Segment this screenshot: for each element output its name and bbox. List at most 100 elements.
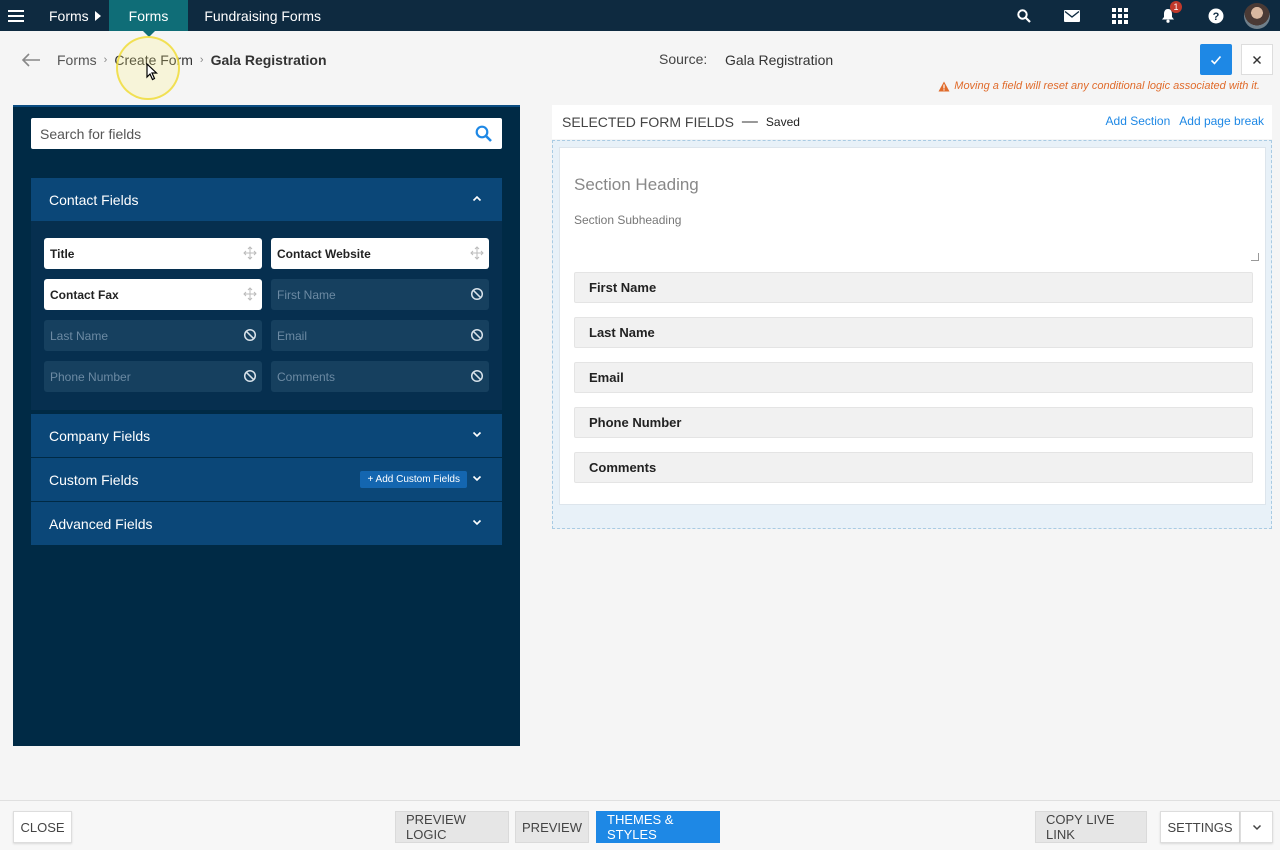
- mouse-pointer-icon: [146, 63, 158, 81]
- mail-icon[interactable]: [1048, 0, 1096, 31]
- field-chip-comments: Comments: [271, 361, 489, 392]
- form-field-row[interactable]: Last Name: [574, 317, 1253, 348]
- add-section-link[interactable]: Add Section: [1106, 114, 1171, 128]
- user-avatar[interactable]: [1240, 0, 1280, 31]
- ban-icon: [243, 369, 257, 383]
- field-chip-label: Contact Website: [277, 246, 371, 261]
- settings-button[interactable]: SETTINGS: [1160, 811, 1240, 843]
- form-field-row[interactable]: Email: [574, 362, 1253, 393]
- preview-button[interactable]: PREVIEW: [515, 811, 589, 843]
- avatar-image: [1244, 2, 1270, 29]
- field-chip-label: Contact Fax: [50, 287, 119, 302]
- accordion-header-custom[interactable]: Custom Fields + Add Custom Fields: [31, 458, 502, 501]
- accordion-title: Advanced Fields: [49, 515, 153, 532]
- warning-text: Moving a field will reset any conditiona…: [954, 80, 1260, 92]
- title-separator: —: [741, 113, 758, 130]
- form-field-label: Phone Number: [589, 415, 682, 430]
- field-chip-last-name: Last Name: [44, 320, 262, 351]
- close-button[interactable]: CLOSE: [13, 811, 72, 843]
- tab-forms[interactable]: Forms: [108, 0, 189, 37]
- search-icon[interactable]: [475, 125, 492, 147]
- accordion-header-advanced[interactable]: Advanced Fields: [31, 502, 502, 545]
- hamburger-icon[interactable]: [0, 0, 32, 31]
- move-icon[interactable]: [470, 246, 484, 260]
- svg-text:?: ?: [1213, 11, 1220, 23]
- field-chip-label: Comments: [277, 369, 336, 384]
- nav-parent-forms[interactable]: Forms: [49, 8, 101, 24]
- add-custom-fields-button[interactable]: + Add Custom Fields: [360, 471, 467, 488]
- field-search-input[interactable]: [40, 125, 460, 142]
- close-button-label: CLOSE: [20, 819, 65, 835]
- bell-icon[interactable]: 1: [1144, 0, 1192, 31]
- form-field-label: Email: [589, 370, 624, 385]
- preview-logic-button[interactable]: PREVIEW LOGIC: [395, 811, 509, 843]
- resize-handle[interactable]: [1251, 253, 1259, 261]
- confirm-button[interactable]: [1200, 44, 1232, 75]
- field-chip-first-name: First Name: [271, 279, 489, 310]
- save-status: Saved: [765, 115, 800, 129]
- section-subheading[interactable]: Section Subheading: [574, 213, 681, 227]
- accordion-contact-fields: Contact Fields Title Contact Website Con…: [31, 178, 502, 410]
- selected-fields-title: SELECTED FORM FIELDS: [562, 114, 734, 130]
- form-field-row[interactable]: First Name: [574, 272, 1253, 303]
- accordion-header-contact[interactable]: Contact Fields: [31, 178, 502, 221]
- form-field-row[interactable]: Phone Number: [574, 407, 1253, 438]
- contact-fields-list: Title Contact Website Contact Fax First …: [31, 221, 502, 410]
- ban-icon: [470, 287, 484, 301]
- accordion-header-company[interactable]: Company Fields: [31, 414, 502, 457]
- selected-fields-header: SELECTED FORM FIELDS — Saved Add Section…: [552, 105, 1272, 139]
- form-fields-dropzone[interactable]: Section Heading Section Subheading First…: [552, 140, 1272, 529]
- chevron-right-icon: ›: [199, 54, 204, 66]
- move-icon[interactable]: [243, 246, 257, 260]
- move-icon[interactable]: [243, 287, 257, 301]
- form-field-label: Last Name: [589, 325, 655, 340]
- accordion-company-fields: Company Fields: [31, 414, 502, 457]
- help-icon[interactable]: ?: [1192, 0, 1240, 31]
- field-library-panel: Contact Fields Title Contact Website Con…: [13, 105, 520, 746]
- apps-grid-icon[interactable]: [1096, 0, 1144, 31]
- accordion-title: Company Fields: [49, 427, 151, 444]
- ban-icon: [470, 328, 484, 342]
- tab-label: Forms: [128, 7, 169, 24]
- search-icon[interactable]: [1000, 0, 1048, 31]
- nav-parent-label: Forms: [49, 7, 89, 24]
- bottom-action-bar: CLOSE PREVIEW LOGIC PREVIEW THEMES & STY…: [0, 800, 1280, 850]
- chevron-up-icon: [472, 195, 482, 202]
- tab-fundraising-forms[interactable]: Fundraising Forms: [188, 0, 337, 31]
- section-heading[interactable]: Section Heading: [574, 175, 699, 195]
- accordion-title: Custom Fields: [49, 471, 139, 488]
- tab-label: Fundraising Forms: [204, 7, 322, 24]
- accordion-custom-fields: Custom Fields + Add Custom Fields: [31, 458, 502, 501]
- check-icon: [1210, 55, 1222, 65]
- source-label: Source:: [659, 51, 708, 67]
- close-icon: [1253, 55, 1261, 64]
- field-move-warning: Moving a field will reset any conditiona…: [938, 80, 1260, 92]
- settings-dropdown-button[interactable]: [1240, 811, 1273, 843]
- form-field-label: Comments: [589, 460, 657, 475]
- form-field-row[interactable]: Comments: [574, 452, 1253, 483]
- field-chip-label: First Name: [277, 287, 336, 302]
- settings-label: SETTINGS: [1167, 819, 1233, 835]
- breadcrumb-forms[interactable]: Forms: [57, 52, 97, 68]
- field-chip-label: Phone Number: [50, 369, 131, 384]
- field-chip-contact-fax[interactable]: Contact Fax: [44, 279, 262, 310]
- warning-icon: [938, 81, 950, 91]
- cancel-button[interactable]: [1241, 44, 1273, 75]
- notification-count-badge: 1: [1170, 1, 1182, 13]
- breadcrumb: Forms › Create Form › Gala Registration: [57, 52, 327, 68]
- breadcrumb-current: Gala Registration: [210, 52, 327, 68]
- copy-live-link-button[interactable]: COPY LIVE LINK: [1035, 811, 1147, 843]
- chevron-down-icon: [1252, 824, 1261, 830]
- field-chip-title[interactable]: Title: [44, 238, 262, 269]
- themes-styles-button[interactable]: THEMES & STYLES: [596, 811, 720, 843]
- field-chip-contact-website[interactable]: Contact Website: [271, 238, 489, 269]
- field-chip-label: Email: [277, 328, 308, 343]
- source-value[interactable]: Gala Registration: [725, 52, 833, 68]
- ban-icon: [243, 328, 257, 342]
- themes-styles-label: THEMES & STYLES: [607, 812, 674, 842]
- back-arrow-icon[interactable]: [21, 52, 41, 68]
- field-chip-label: Last Name: [50, 328, 109, 343]
- add-page-break-link[interactable]: Add page break: [1179, 114, 1264, 128]
- form-field-label: First Name: [589, 280, 657, 295]
- form-section: Section Heading Section Subheading First…: [559, 147, 1266, 505]
